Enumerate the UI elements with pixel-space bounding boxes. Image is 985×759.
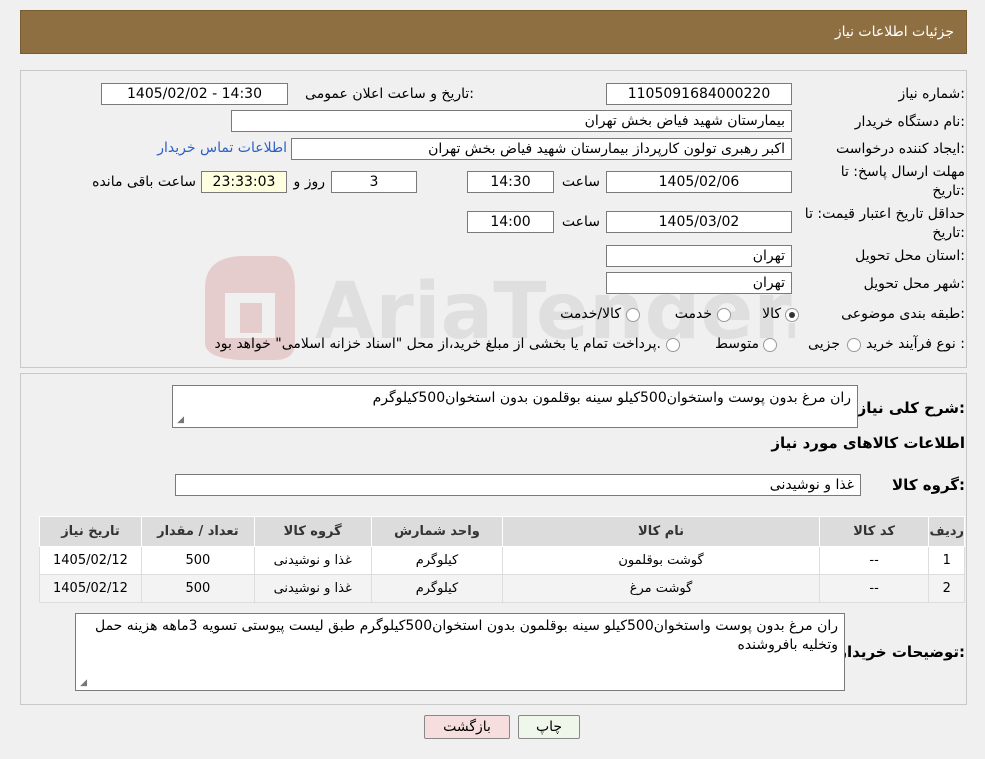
requester-field: اکبر رهبری تولون کارپرداز بیمارستان شهید… xyxy=(291,138,792,160)
table-cell: غذا و نوشیدنی xyxy=(253,574,372,603)
page-header: جزئیات اطلاعات نیاز xyxy=(20,10,967,54)
table-header-row: ردیف کد کالا نام کالا واحد شمارش گروه کا… xyxy=(39,516,965,547)
category-option-service: خدمت xyxy=(674,306,712,322)
category-option-goods-service: کالا/خدمت xyxy=(560,306,621,322)
reply-time-field: 14:30 xyxy=(467,171,554,193)
need-number-field: 1105091684000220 xyxy=(606,83,792,105)
process-option-small: جزیی xyxy=(808,336,840,352)
column-header: تاریخ نیاز xyxy=(39,516,142,547)
goods-group-field: غذا و نوشیدنی xyxy=(175,474,861,496)
table-cell: کیلوگرم xyxy=(370,574,504,603)
column-header: ردیف xyxy=(928,516,965,547)
process-radio-small[interactable] xyxy=(847,338,861,352)
column-header: تعداد / مقدار xyxy=(140,516,255,547)
table-cell: غذا و نوشیدنی xyxy=(253,546,372,575)
process-radio-medium[interactable] xyxy=(763,338,777,352)
buyer-notes-label: توضیحات خریدار: xyxy=(838,643,965,661)
table-cell: 2 xyxy=(928,574,965,603)
city-label: شهر محل تحویل: xyxy=(863,276,965,292)
reply-date-field: 1405/02/06 xyxy=(606,171,792,193)
reply-deadline-label: مهلت ارسال پاسخ: تا xyxy=(840,164,965,180)
category-option-goods: کالا xyxy=(762,306,781,322)
table-cell: 1405/02/12 xyxy=(39,546,142,575)
need-number-label: شماره نیاز: xyxy=(898,86,965,102)
table-cell: گوشت بوقلمون xyxy=(502,546,820,575)
goods-group-label: گروه کالا: xyxy=(892,476,965,494)
buyer-org-label: نام دستگاه خریدار: xyxy=(854,114,965,130)
buyer-org-field: بیمارستان شهید فیاض بخش تهران xyxy=(231,110,792,132)
province-field: تهران xyxy=(606,245,792,267)
remaining-days-field: 3 xyxy=(331,171,417,193)
table-cell: 500 xyxy=(140,574,255,603)
category-label: طبقه بندی موضوعی: xyxy=(841,306,965,322)
price-time-label: ساعت xyxy=(561,214,600,230)
category-radio-goods-service[interactable] xyxy=(626,308,640,322)
process-type-label: نوع فرآیند خرید : xyxy=(866,336,965,352)
resize-grip-icon[interactable]: ◢ xyxy=(78,679,87,688)
reply-deadline-label-2: تاریخ: xyxy=(932,183,965,199)
table-cell: 1405/02/12 xyxy=(39,574,142,603)
process-note: پرداخت تمام یا بخشی از مبلغ خرید،از محل … xyxy=(214,336,661,352)
reply-time-label: ساعت xyxy=(561,174,600,190)
days-label: روز و xyxy=(293,174,326,190)
description-text: ران مرغ بدون پوست واستخوان500کیلو سینه ب… xyxy=(372,390,851,406)
table-cell: -- xyxy=(818,574,930,603)
description-textarea[interactable]: ران مرغ بدون پوست واستخوان500کیلو سینه ب… xyxy=(172,385,858,428)
table-cell: 500 xyxy=(140,546,255,575)
price-date-field: 1405/03/02 xyxy=(606,211,792,233)
table-cell: کیلوگرم xyxy=(370,546,504,575)
process-radio-treasury[interactable] xyxy=(666,338,680,352)
announce-datetime-label: تاریخ و ساعت اعلان عمومی: xyxy=(305,86,474,102)
price-time-field: 14:00 xyxy=(467,211,554,233)
print-button[interactable]: چاپ xyxy=(518,715,580,739)
requester-label: ایجاد کننده درخواست: xyxy=(836,141,965,157)
price-validity-label-2: تاریخ: xyxy=(932,225,965,241)
column-header: گروه کالا xyxy=(253,516,372,547)
page-title: جزئیات اطلاعات نیاز xyxy=(834,24,954,40)
table-cell: 1 xyxy=(928,546,965,575)
buyer-contact-link[interactable]: اطلاعات تماس خریدار xyxy=(157,140,287,156)
goods-table: ردیف کد کالا نام کالا واحد شمارش گروه کا… xyxy=(39,516,965,603)
description-label: شرح کلی نیاز: xyxy=(857,399,965,417)
column-header: واحد شمارش xyxy=(370,516,504,547)
process-option-medium: متوسط xyxy=(715,336,759,352)
table-row: 1 -- گوشت بوقلمون کیلوگرم غذا و نوشیدنی … xyxy=(39,546,965,575)
table-cell: -- xyxy=(818,546,930,575)
column-header: نام کالا xyxy=(502,516,820,547)
announce-datetime-field: 1405/02/02 - 14:30 xyxy=(101,83,288,105)
remaining-label: ساعت باقی مانده xyxy=(92,174,196,190)
remaining-time-field: 23:33:03 xyxy=(201,171,287,193)
province-label: استان محل تحویل: xyxy=(855,248,965,264)
resize-grip-icon[interactable]: ◢ xyxy=(175,416,184,425)
city-field: تهران xyxy=(606,272,792,294)
column-header: کد کالا xyxy=(818,516,930,547)
back-button[interactable]: بازگشت xyxy=(424,715,510,739)
category-radio-goods[interactable] xyxy=(785,308,799,322)
table-row: 2 -- گوشت مرغ کیلوگرم غذا و نوشیدنی 500 … xyxy=(39,574,965,603)
buyer-notes-text: ران مرغ بدون پوست واستخوان500کیلو سینه ب… xyxy=(94,618,838,653)
buyer-notes-textarea[interactable]: ران مرغ بدون پوست واستخوان500کیلو سینه ب… xyxy=(75,613,845,691)
table-cell: گوشت مرغ xyxy=(502,574,820,603)
goods-section-title: اطلاعات کالاهای مورد نیاز xyxy=(771,434,965,452)
price-validity-label: حداقل تاریخ اعتبار قیمت: تا xyxy=(804,206,965,222)
category-radio-service[interactable] xyxy=(717,308,731,322)
